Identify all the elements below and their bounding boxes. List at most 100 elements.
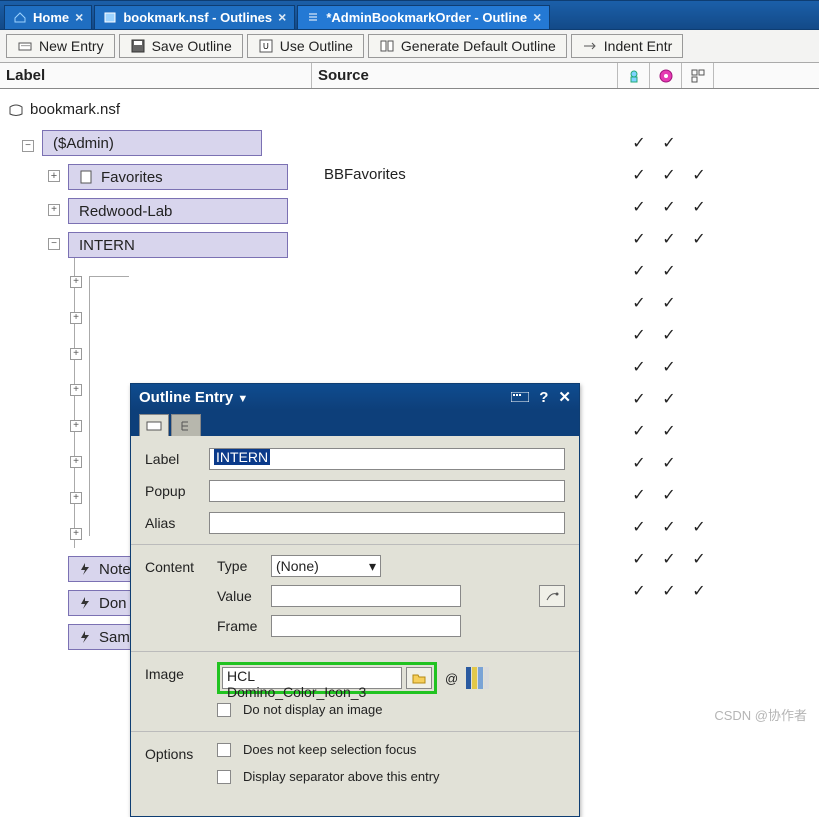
- image-field[interactable]: HCL Domino_Color_Icon_3: [222, 667, 402, 689]
- outline-entry-dialog: Outline Entry ▼ ? ✕ Label INTERN Popup A…: [130, 383, 580, 817]
- alias-field[interactable]: [209, 512, 565, 534]
- check-cell: ✓: [654, 325, 684, 345]
- expand-icon[interactable]: +: [70, 528, 82, 540]
- expand-icon[interactable]: +: [70, 492, 82, 504]
- chevron-down-icon: ▾: [369, 558, 376, 575]
- check-cell: ✓: [654, 517, 684, 537]
- no-image-checkbox[interactable]: [217, 703, 231, 717]
- close-icon[interactable]: ×: [533, 9, 541, 25]
- separator-checkbox[interactable]: [217, 770, 231, 784]
- collapse-icon[interactable]: −: [22, 140, 34, 152]
- close-icon[interactable]: ✕: [558, 388, 571, 406]
- no-image-label: Do not display an image: [243, 702, 382, 717]
- indent-icon: [582, 38, 598, 54]
- col-icon3[interactable]: [682, 63, 714, 88]
- expand-icon[interactable]: +: [70, 312, 82, 324]
- focus-label: Does not keep selection focus: [243, 742, 416, 757]
- tab-home[interactable]: Home ×: [4, 5, 92, 29]
- check-cell: ✓: [624, 549, 654, 569]
- expand-icon[interactable]: +: [70, 456, 82, 468]
- node-admin[interactable]: ($Admin): [42, 130, 262, 156]
- use-outline-button[interactable]: UUse Outline: [247, 34, 364, 58]
- expand-icon[interactable]: +: [48, 204, 60, 216]
- check-cell: ✓: [624, 165, 654, 185]
- check-cell: ✓: [654, 293, 684, 313]
- check-cell: ✓: [654, 133, 684, 153]
- type-dropdown[interactable]: (None)▾: [271, 555, 381, 577]
- expand-icon[interactable]: +: [70, 348, 82, 360]
- check-cell: ✓: [624, 453, 654, 473]
- outline-icon: [306, 10, 320, 24]
- popup-field[interactable]: [209, 480, 565, 502]
- check-row: ✓✓: [624, 415, 714, 447]
- generate-icon: [379, 38, 395, 54]
- dialog-titlebar[interactable]: Outline Entry ▼ ? ✕: [131, 384, 579, 410]
- outline-tree: bookmark.nsf − ($Admin) + Favorites BBFa…: [0, 89, 819, 730]
- expand-icon[interactable]: +: [70, 420, 82, 432]
- options-group-label: Options: [145, 742, 205, 762]
- frame-field[interactable]: [271, 615, 461, 637]
- close-icon[interactable]: ×: [278, 9, 286, 25]
- separator-label: Display separator above this entry: [243, 769, 440, 784]
- formula-button[interactable]: [539, 585, 565, 607]
- check-row: ✓✓: [624, 479, 714, 511]
- check-cell: ✓: [654, 421, 684, 441]
- check-grid: ✓✓✓✓✓✓✓✓✓✓✓✓✓✓✓✓✓✓✓✓✓✓✓✓✓✓✓✓✓✓✓✓✓✓✓✓: [624, 127, 714, 607]
- root-node[interactable]: bookmark.nsf: [8, 99, 819, 126]
- check-row: ✓✓: [624, 255, 714, 287]
- help-icon[interactable]: ?: [539, 389, 548, 406]
- check-cell: ✓: [654, 453, 684, 473]
- check-cell: ✓: [654, 549, 684, 569]
- check-row: ✓✓✓: [624, 575, 714, 607]
- col-source[interactable]: Source: [312, 63, 618, 88]
- popup-label: Popup: [145, 483, 199, 499]
- keyboard-icon[interactable]: [511, 389, 529, 406]
- tab-strip: Home × bookmark.nsf - Outlines × *AdminB…: [0, 0, 819, 30]
- check-row: ✓✓✓: [624, 511, 714, 543]
- tab-bookmark[interactable]: bookmark.nsf - Outlines ×: [94, 5, 295, 29]
- check-cell: ✓: [654, 165, 684, 185]
- expand-icon[interactable]: +: [70, 276, 82, 288]
- folder-browse-button[interactable]: [406, 667, 432, 689]
- close-icon[interactable]: ×: [75, 9, 83, 25]
- dialog-tab-basic[interactable]: [139, 414, 169, 436]
- bolt-icon: [79, 596, 91, 610]
- chevron-down-icon[interactable]: ▼: [237, 393, 248, 405]
- new-entry-button[interactable]: —New Entry: [6, 34, 115, 58]
- focus-checkbox[interactable]: [217, 743, 231, 757]
- check-cell: ✓: [684, 229, 714, 249]
- node-redwood[interactable]: Redwood-Lab: [68, 198, 288, 224]
- col-icon1[interactable]: [618, 63, 650, 88]
- collapse-icon[interactable]: −: [48, 238, 60, 250]
- check-cell: ✓: [624, 357, 654, 377]
- at-label: @: [445, 671, 458, 686]
- check-cell: ✓: [624, 581, 654, 601]
- check-row: ✓✓: [624, 287, 714, 319]
- label-field[interactable]: INTERN: [209, 448, 565, 470]
- check-row: ✓✓: [624, 383, 714, 415]
- node-favorites[interactable]: Favorites: [68, 164, 288, 190]
- check-cell: ✓: [624, 325, 654, 345]
- indent-button[interactable]: Indent Entr: [571, 34, 684, 58]
- col-icon2[interactable]: [650, 63, 682, 88]
- check-cell: ✓: [654, 261, 684, 281]
- dialog-tab-tree[interactable]: [171, 414, 201, 436]
- col-label[interactable]: Label: [0, 63, 312, 88]
- check-cell: ✓: [624, 229, 654, 249]
- gen-outline-button[interactable]: Generate Default Outline: [368, 34, 567, 58]
- new-icon: —: [17, 38, 33, 54]
- source-text: BBFavorites: [324, 166, 406, 183]
- expand-icon[interactable]: +: [70, 384, 82, 396]
- check-cell: ✓: [654, 197, 684, 217]
- save-outline-button[interactable]: Save Outline: [119, 34, 243, 58]
- svg-text:—: —: [21, 40, 30, 50]
- check-cell: ✓: [654, 581, 684, 601]
- bolt-icon: [79, 562, 91, 576]
- value-field[interactable]: [271, 585, 461, 607]
- toolbar: —New Entry Save Outline UUse Outline Gen…: [0, 30, 819, 63]
- node-intern[interactable]: INTERN: [68, 232, 288, 258]
- db-icon: [103, 10, 117, 24]
- check-cell: ✓: [654, 229, 684, 249]
- expand-icon[interactable]: +: [48, 170, 60, 182]
- tab-adminoutline[interactable]: *AdminBookmarkOrder - Outline ×: [297, 5, 550, 29]
